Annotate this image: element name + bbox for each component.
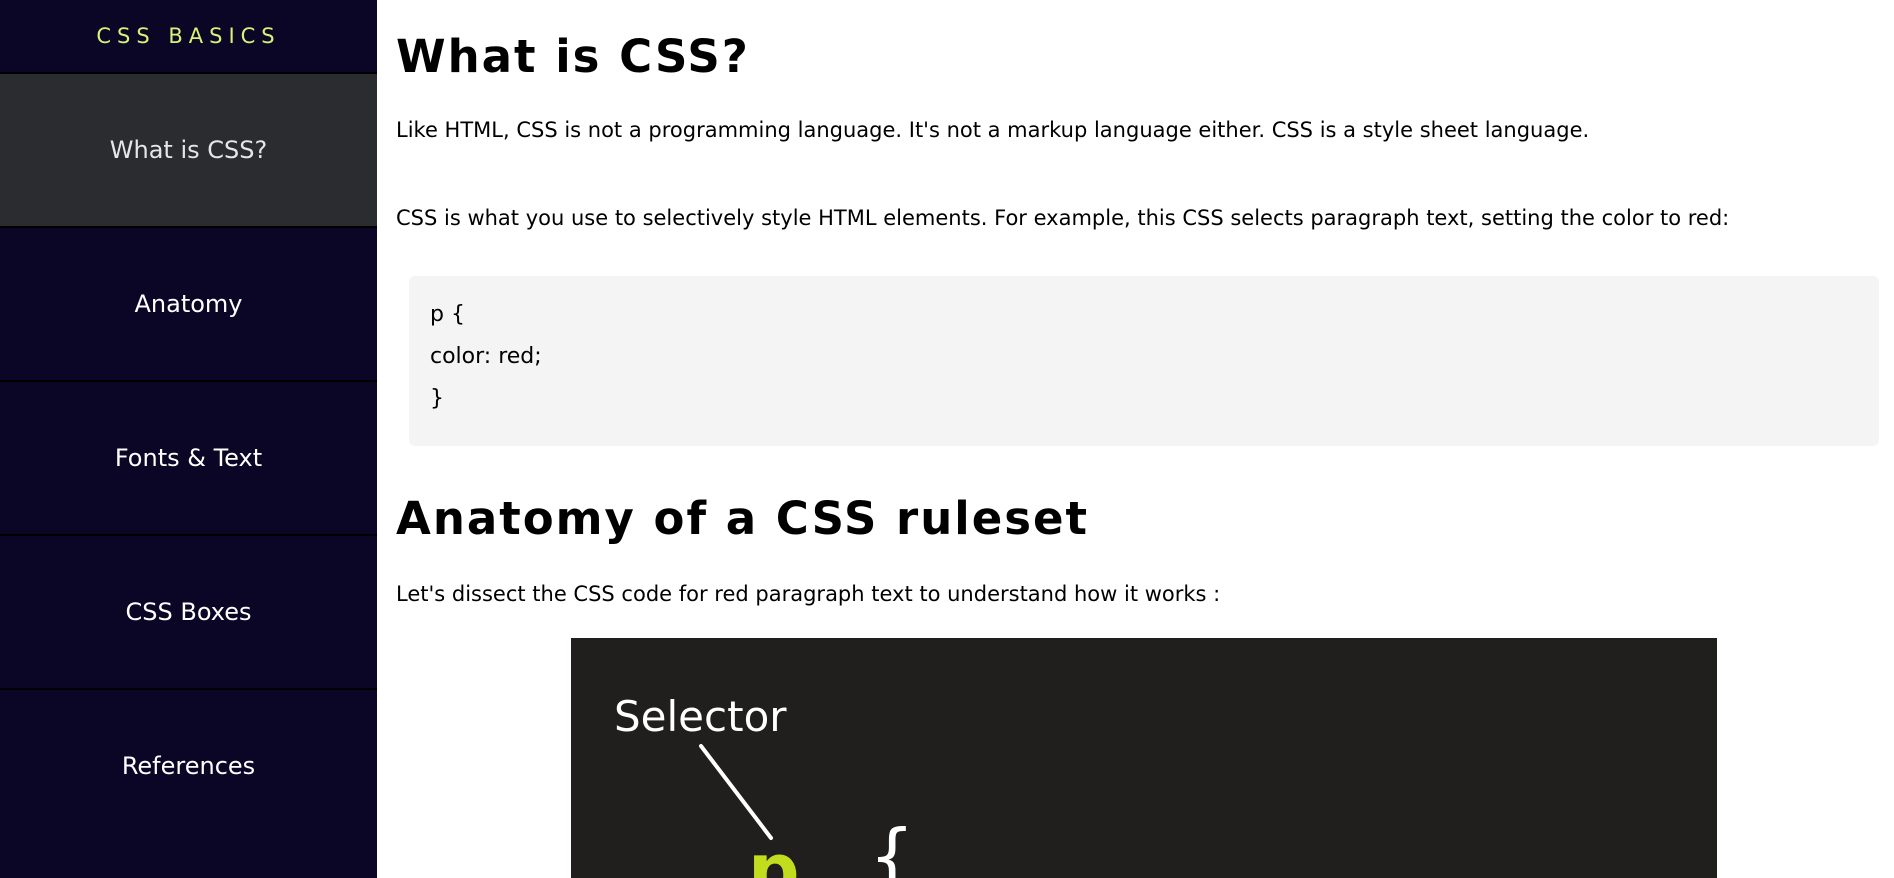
sidebar-item-references[interactable]: References xyxy=(0,688,377,842)
main-content: What is CSS? Like HTML, CSS is not a pro… xyxy=(377,0,1894,878)
section-title-what-is-css: What is CSS? xyxy=(396,30,750,83)
sidebar-item-label: Fonts & Text xyxy=(114,444,263,472)
paragraph: Let's dissect the CSS code for red parag… xyxy=(396,582,1221,606)
code-line: p { xyxy=(430,302,465,327)
sidebar-item-label: References xyxy=(121,752,256,780)
code-block: p { color: red; } xyxy=(409,276,1879,446)
diagram-pointer-line xyxy=(699,744,773,840)
sidebar-item-fonts-text[interactable]: Fonts & Text xyxy=(0,380,377,534)
sidebar-item-label: CSS Boxes xyxy=(125,598,252,626)
sidebar-item-label: What is CSS? xyxy=(109,136,268,164)
diagram-selector-glyph: p xyxy=(748,828,800,878)
sidebar-item-label: Anatomy xyxy=(134,290,243,318)
ruleset-diagram-image: Selector p { xyxy=(571,638,1717,878)
sidebar-item-css-boxes[interactable]: CSS Boxes xyxy=(0,534,377,688)
code-line: } xyxy=(430,386,444,411)
code-line: color: red; xyxy=(430,344,542,369)
sidebar-item-anatomy[interactable]: Anatomy xyxy=(0,226,377,380)
paragraph: CSS is what you use to selectively style… xyxy=(396,206,1730,230)
section-title-anatomy: Anatomy of a CSS ruleset xyxy=(396,492,1090,545)
diagram-brace-glyph: { xyxy=(869,814,915,878)
paragraph: Like HTML, CSS is not a programming lang… xyxy=(396,118,1590,142)
sidebar-brand: CSS BASICS xyxy=(96,24,281,48)
sidebar: CSS BASICS What is CSS? Anatomy Fonts & … xyxy=(0,0,377,878)
sidebar-item-what-is-css[interactable]: What is CSS? xyxy=(0,72,377,226)
